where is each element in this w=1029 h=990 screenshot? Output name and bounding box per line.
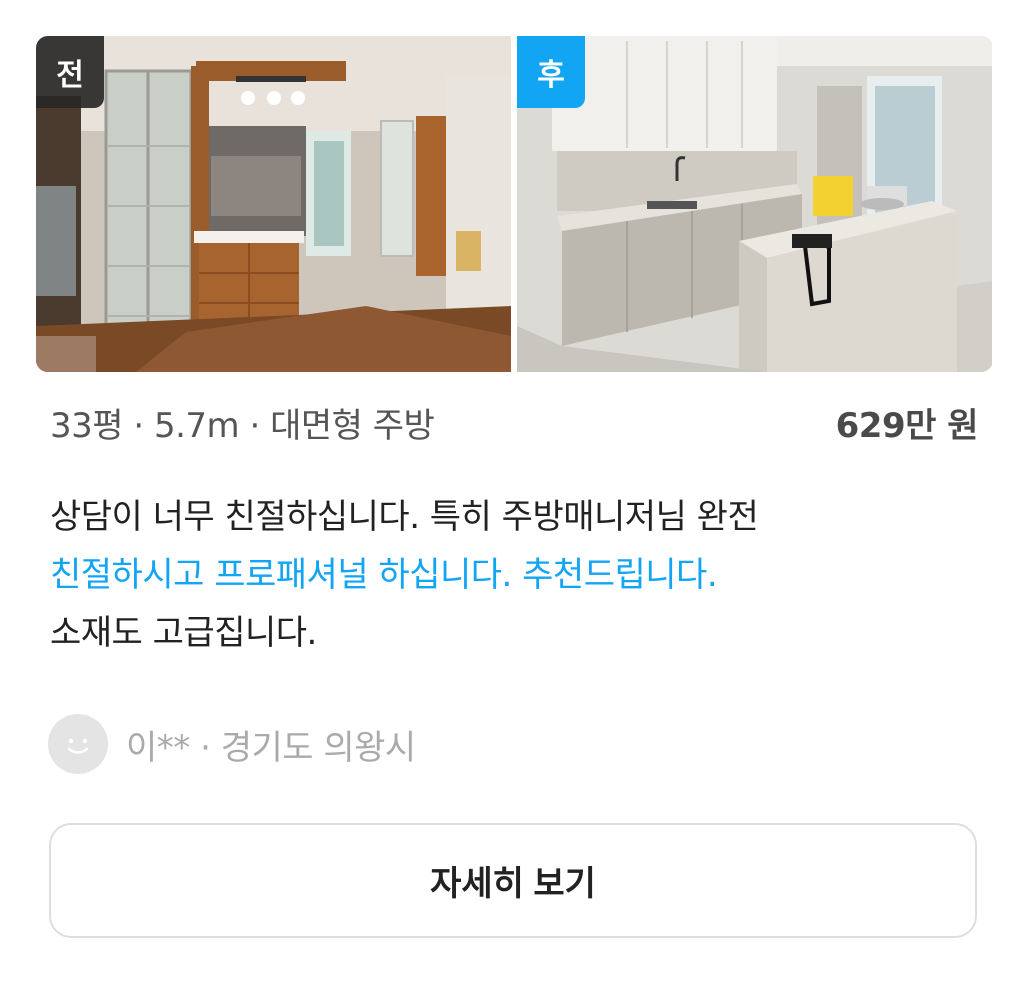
smiley-avatar-icon: [48, 714, 108, 774]
review-card[interactable]: 전 후 33평 · 5.7m · 대면형 주방 629만 원 상담이 너무 친절…: [0, 0, 1029, 990]
kitchen-before-image: [36, 36, 511, 372]
review-line: 상담이 너무 친절하십니다. 특히 주방매니저님 완전: [50, 497, 759, 537]
before-after-photos[interactable]: 전 후: [36, 36, 993, 372]
after-photo[interactable]: 후: [517, 36, 992, 372]
meta-row: 33평 · 5.7m · 대면형 주방 629만 원: [50, 396, 979, 448]
author-row: 이** · 경기도 의왕시: [48, 713, 416, 775]
before-photo[interactable]: 전: [36, 36, 511, 372]
kitchen-after-image: [517, 36, 992, 372]
price: 629만 원: [835, 405, 979, 446]
before-badge: 전: [36, 36, 104, 108]
review-line: 소재도 고급집니다.: [50, 613, 317, 653]
author-info: 이** · 경기도 의왕시: [126, 727, 416, 768]
spec-summary: 33평 · 5.7m · 대면형 주방: [50, 405, 435, 446]
review-line-highlight: 친절하시고 프로패셔널 하십니다. 추천드립니다.: [50, 555, 718, 595]
view-details-button[interactable]: 자세히 보기: [49, 823, 977, 938]
review-text[interactable]: 상담이 너무 친절하십니다. 특히 주방매니저님 완전 친절하시고 프로패셔널 …: [50, 488, 990, 662]
after-badge: 후: [517, 36, 585, 108]
